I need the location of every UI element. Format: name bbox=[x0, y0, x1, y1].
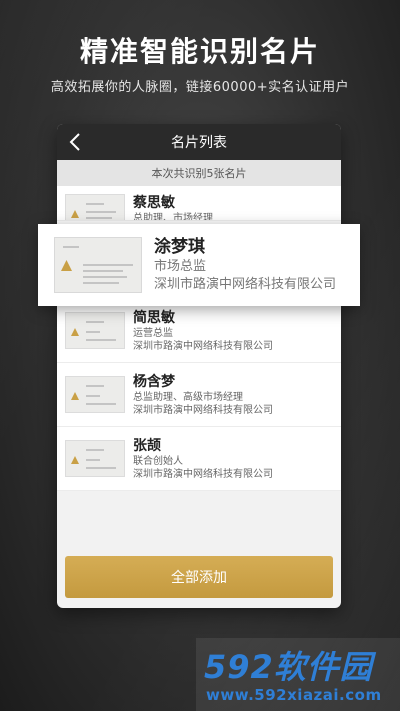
company-logo-icon bbox=[71, 456, 79, 464]
list-item[interactable]: 张颉 联合创始人 深圳市路演中网络科技有限公司 bbox=[57, 427, 341, 491]
phone-screen: 名片列表 本次共识别5张名片 蔡思敏 总助理、市场经理 简思敏 运营总监 深圳市… bbox=[57, 124, 341, 608]
card-role: 总助理、市场经理 bbox=[133, 213, 213, 221]
title-bar: 名片列表 bbox=[57, 124, 341, 160]
company-logo-icon bbox=[61, 260, 72, 271]
screen-title: 名片列表 bbox=[171, 135, 227, 151]
card-role: 联合创始人 bbox=[133, 455, 183, 467]
company-logo-icon bbox=[71, 392, 79, 400]
card-thumbnail bbox=[65, 376, 125, 413]
card-name: 涂梦琪 bbox=[154, 237, 205, 257]
list-item[interactable]: 简思敏 运营总监 深圳市路演中网络科技有限公司 bbox=[57, 299, 341, 363]
card-name: 张颉 bbox=[133, 437, 161, 454]
card-company: 深圳市路演中网络科技有限公司 bbox=[133, 340, 273, 352]
card-thumbnail bbox=[65, 312, 125, 349]
list-item[interactable]: 蔡思敏 总助理、市场经理 bbox=[57, 186, 341, 221]
card-role: 市场总监 bbox=[154, 259, 207, 274]
card-company: 深圳市路演中网络科技有限公司 bbox=[133, 404, 273, 416]
card-thumbnail bbox=[65, 194, 125, 220]
list-item[interactable]: 杨含梦 总监助理、高级市场经理 深圳市路演中网络科技有限公司 bbox=[57, 363, 341, 427]
headline: 精准智能识别名片 bbox=[79, 35, 320, 68]
card-name: 蔡思敏 bbox=[133, 195, 175, 211]
site-watermark: 592软件园 www.592xiazai.com bbox=[196, 638, 400, 711]
card-thumbnail-large bbox=[54, 237, 142, 293]
watermark-brand: 592软件园 bbox=[204, 648, 373, 686]
company-logo-icon bbox=[71, 328, 79, 336]
add-all-button[interactable]: 全部添加 bbox=[65, 556, 333, 598]
highlighted-card[interactable]: 涂梦琪 市场总监 深圳市路演中网络科技有限公司 bbox=[38, 224, 360, 306]
watermark-url: www.592xiazai.com bbox=[206, 686, 382, 704]
subheadline: 高效拓展你的人脉圈，链接60000+实名认证用户 bbox=[50, 80, 350, 95]
card-company: 深圳市路演中网络科技有限公司 bbox=[133, 468, 273, 480]
card-company: 深圳市路演中网络科技有限公司 bbox=[154, 277, 337, 292]
card-role: 总监助理、高级市场经理 bbox=[133, 391, 243, 403]
card-name: 简思敏 bbox=[133, 309, 175, 326]
company-logo-icon bbox=[71, 210, 79, 218]
card-name: 杨含梦 bbox=[133, 373, 175, 390]
recognized-count: 本次共识别5张名片 bbox=[57, 160, 341, 186]
card-thumbnail bbox=[65, 440, 125, 477]
back-arrow-icon[interactable] bbox=[65, 132, 85, 152]
card-role: 运营总监 bbox=[133, 327, 173, 339]
